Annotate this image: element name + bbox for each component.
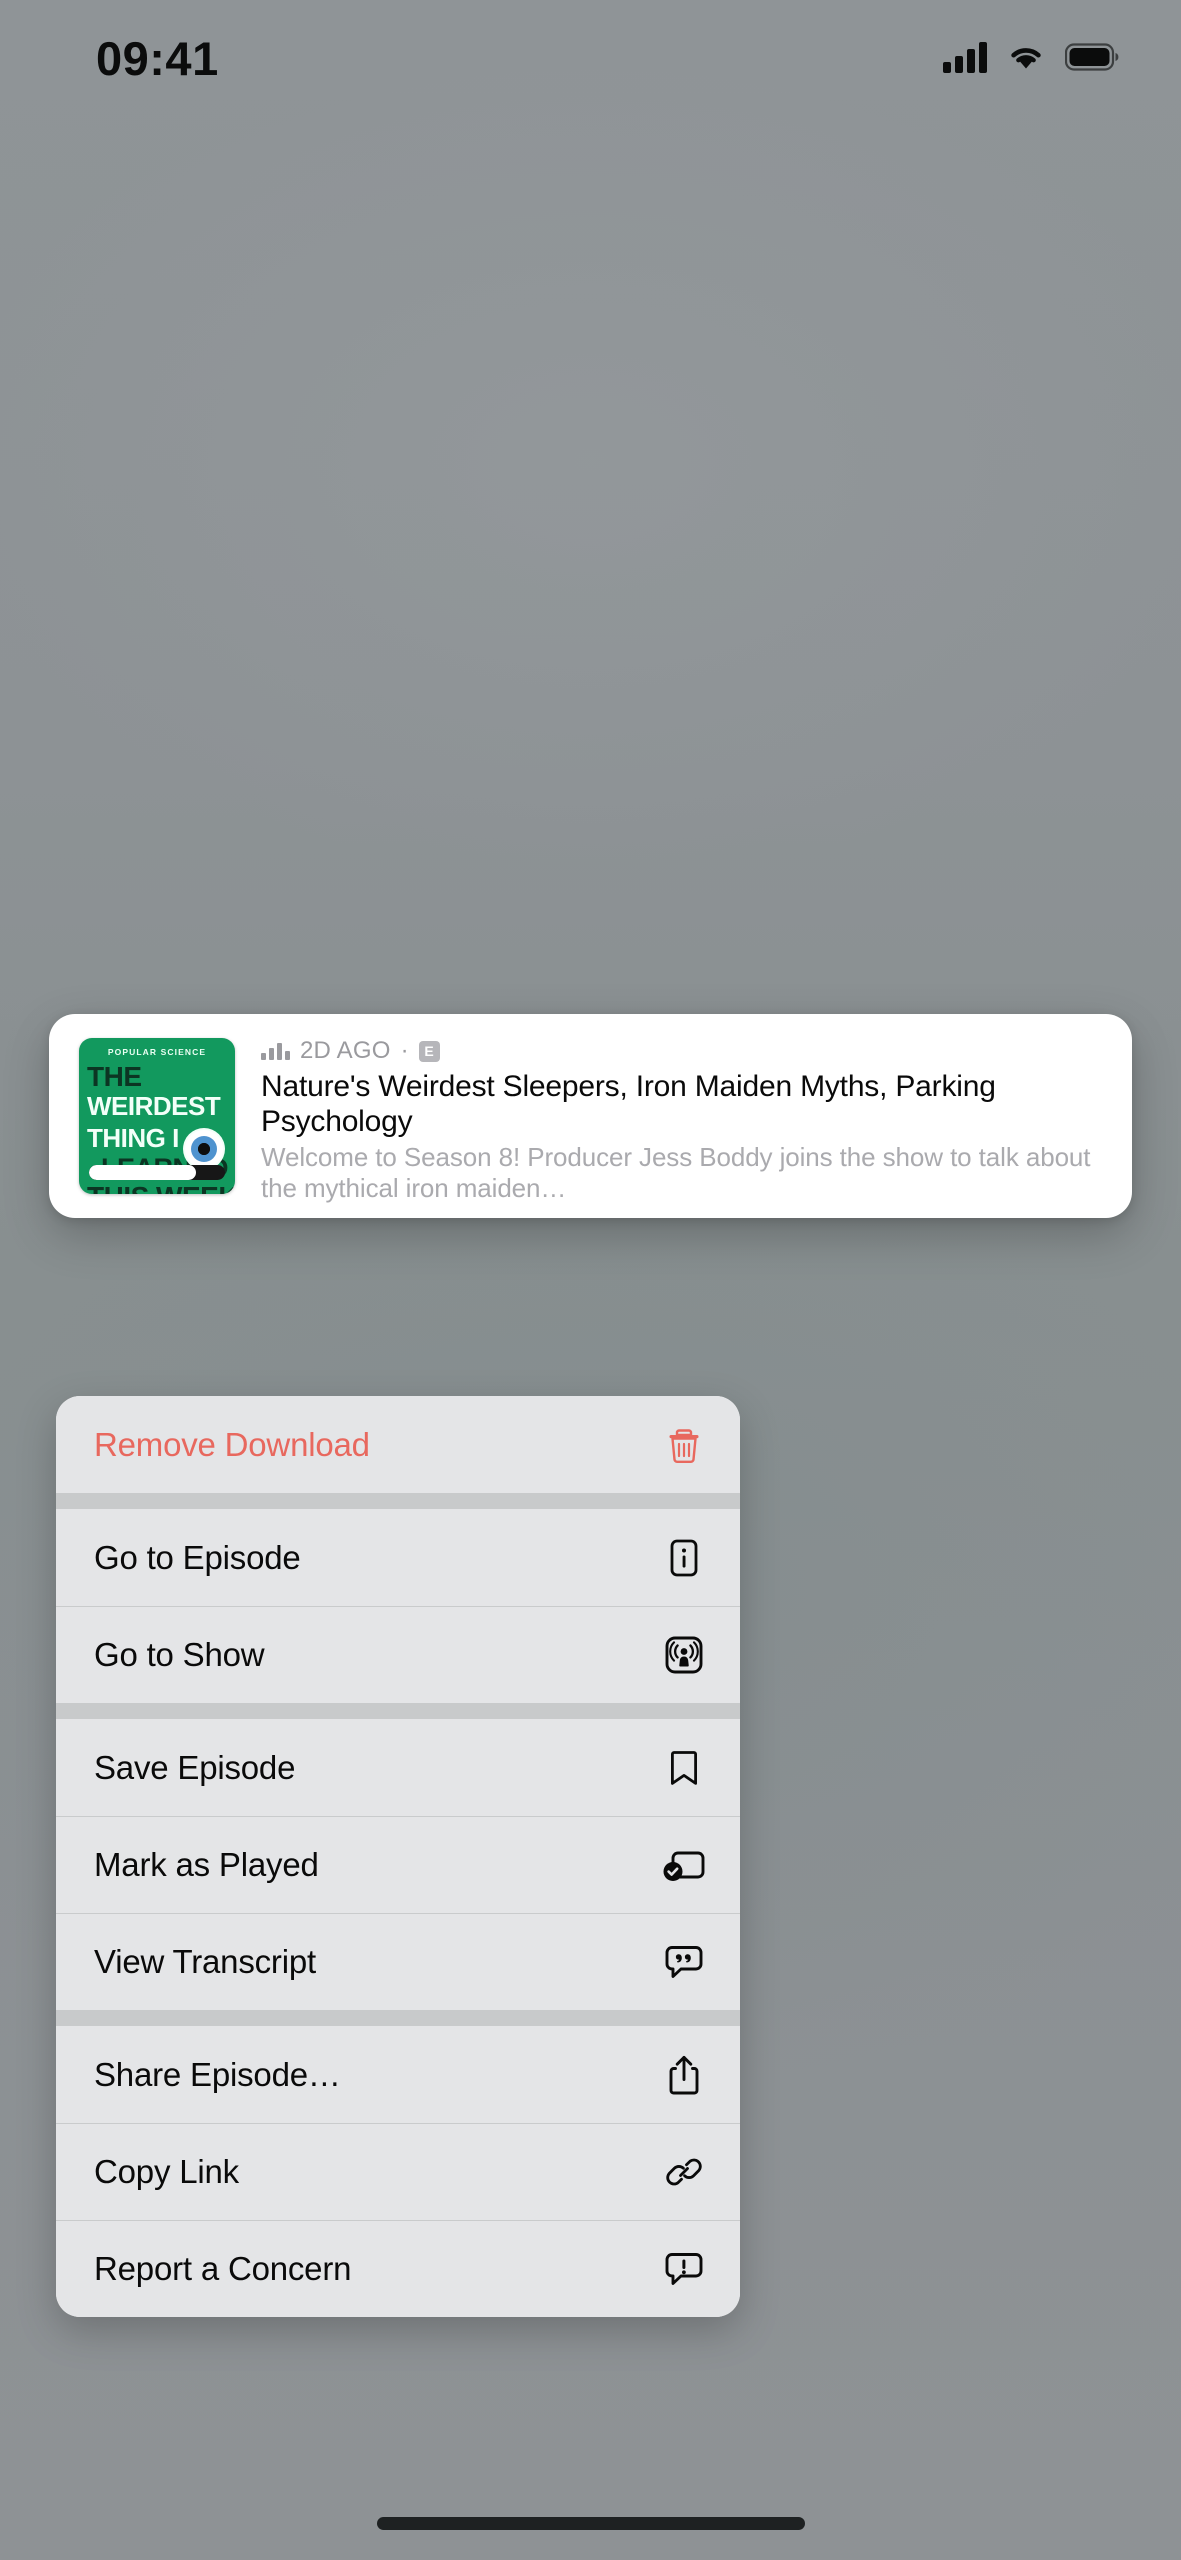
podcast-artwork: POPULAR SCIENCE THE WEIRDEST THING I LEA… — [79, 1038, 235, 1194]
exclamation-bubble-icon — [662, 2247, 706, 2291]
download-progress-bar — [89, 1165, 225, 1180]
meta-separator: · — [400, 1037, 409, 1064]
status-bar-time: 09:41 — [96, 31, 219, 85]
eyeball-icon — [185, 1130, 223, 1168]
menu-item-go-to-show[interactable]: Go to Show — [56, 1606, 740, 1703]
menu-item-label: Go to Show — [94, 1635, 265, 1673]
menu-item-remove-download[interactable]: Remove Download — [56, 1396, 740, 1493]
battery-icon — [1065, 43, 1119, 71]
trash-icon — [662, 1423, 706, 1467]
episode-meta-row: 2D AGO · E — [261, 1037, 1104, 1064]
menu-group-separator — [56, 2010, 740, 2026]
context-menu-group: Share Episode… Copy Link Report a Concer… — [56, 2026, 740, 2317]
mark-played-icon — [662, 1843, 706, 1887]
menu-item-copy-link[interactable]: Copy Link — [56, 2123, 740, 2220]
status-bar: 09:41 — [0, 0, 1181, 110]
menu-item-label: Remove Download — [94, 1425, 370, 1463]
info-square-icon — [662, 1536, 706, 1580]
quote-bubble-icon — [662, 1940, 706, 1984]
menu-group-separator — [56, 1703, 740, 1719]
episode-date: 2D AGO — [300, 1037, 391, 1064]
context-menu-group: Remove Download — [56, 1396, 740, 1493]
explicit-badge: E — [418, 1040, 440, 1062]
audio-waveform-icon — [261, 1042, 290, 1060]
bookmark-icon — [662, 1746, 706, 1790]
cellular-signal-icon — [943, 41, 987, 73]
context-menu-group: Go to Episode Go to Show — [56, 1509, 740, 1703]
artwork-line-2: WEIRDEST — [87, 1091, 221, 1121]
podcast-square-icon — [662, 1633, 706, 1677]
link-icon — [662, 2150, 706, 2194]
menu-item-save-episode[interactable]: Save Episode — [56, 1719, 740, 1816]
home-indicator[interactable] — [376, 2517, 805, 2530]
menu-item-go-to-episode[interactable]: Go to Episode — [56, 1509, 740, 1606]
menu-item-report-a-concern[interactable]: Report a Concern — [56, 2220, 740, 2317]
artwork-kicker: POPULAR SCIENCE — [107, 1047, 207, 1057]
episode-text-block: 2D AGO · E Nature's Weirdest Sleepers, I… — [235, 1037, 1104, 1203]
share-icon — [662, 2053, 706, 2097]
artwork-line-5: THIS WEEK — [87, 1183, 235, 1194]
status-bar-indicators — [943, 37, 1119, 73]
menu-item-label: Go to Episode — [94, 1538, 301, 1576]
menu-item-view-transcript[interactable]: View Transcript — [56, 1913, 740, 2010]
menu-item-mark-as-played[interactable]: Mark as Played — [56, 1816, 740, 1913]
menu-item-label: Share Episode… — [94, 2055, 341, 2093]
menu-item-label: View Transcript — [94, 1942, 316, 1980]
menu-item-label: Save Episode — [94, 1748, 296, 1786]
episode-preview-card[interactable]: POPULAR SCIENCE THE WEIRDEST THING I LEA… — [49, 1014, 1132, 1218]
wifi-icon — [1007, 42, 1045, 72]
menu-item-share-episode[interactable]: Share Episode… — [56, 2026, 740, 2123]
context-menu[interactable]: Remove Download Go to Episode Go to Show… — [56, 1396, 740, 2317]
artwork-line-1: THE — [87, 1061, 142, 1092]
menu-item-label: Mark as Played — [94, 1845, 319, 1883]
menu-item-label: Report a Concern — [94, 2249, 352, 2287]
context-menu-group: Save Episode Mark as Played View Transcr… — [56, 1719, 740, 2010]
episode-description: Welcome to Season 8! Producer Jess Boddy… — [261, 1142, 1091, 1204]
menu-group-separator — [56, 1493, 740, 1509]
episode-title: Nature's Weirdest Sleepers, Iron Maiden … — [261, 1070, 996, 1139]
menu-item-label: Copy Link — [94, 2152, 239, 2190]
